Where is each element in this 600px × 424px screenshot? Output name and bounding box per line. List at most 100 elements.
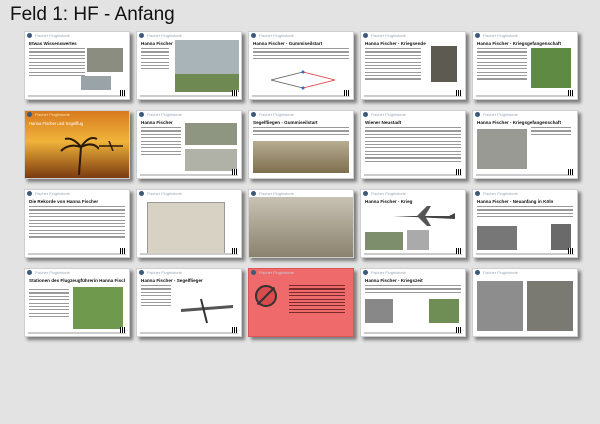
card-header: Fischer Flughistorie [483, 191, 518, 196]
card-header: Fischer Flughistorie [259, 191, 294, 196]
card-header: Fischer Flughistorie [259, 33, 294, 38]
card-krieg[interactable]: Fischer Flughistorie Hanna Fischer - Kri… [360, 189, 466, 258]
card-header: Fischer Flughistorie [259, 270, 294, 275]
card-grid: Fischer Flughistorie Etwas Wissenswertes… [24, 31, 592, 339]
card-map [73, 287, 123, 329]
card-photo [527, 281, 573, 331]
card-photo [365, 232, 403, 250]
card-photo [147, 202, 225, 254]
palm-tree-icon [60, 137, 99, 175]
qr-icon [568, 248, 574, 254]
card-gummiseilstart-diagram[interactable]: Fischer Flughistorie Hanna Fischer - Gum… [248, 31, 354, 100]
qr-icon [456, 90, 462, 96]
card-photos[interactable]: Fischer Flughistorie [472, 268, 578, 337]
card-title: Stationen des Flugzeugführerin Hanna Fis… [29, 278, 125, 283]
card-header: Fischer Flughistorie [35, 191, 70, 196]
card-photo [175, 40, 239, 74]
card-header: Fischer Flughistorie [371, 270, 406, 275]
logo-icon [363, 112, 368, 117]
card-photo [477, 129, 527, 169]
card-photo [477, 281, 523, 331]
card-title: Die Rekorde von Hanna Fischer [29, 199, 99, 204]
card-postcard[interactable]: Fischer Flughistorie [136, 189, 242, 258]
card-header: Fischer Flughistorie [483, 112, 518, 117]
qr-icon [456, 169, 462, 175]
card-portrait [431, 46, 457, 82]
card-header: Fischer Flughistorie [147, 112, 182, 117]
page-title: Feld 1: HF - Anfang [10, 4, 175, 25]
logo-icon [363, 33, 368, 38]
card-sunset[interactable]: Fischer Flughistorie Hanna Fischer und S… [24, 110, 130, 179]
card-header: Fischer Flughistorie [147, 270, 182, 275]
card-header: Fischer Flughistorie [35, 270, 70, 275]
logo-icon [139, 270, 144, 275]
card-header: Fischer Flughistorie [35, 112, 70, 117]
card-photo [185, 123, 237, 145]
card-kriegsgefangenschaft[interactable]: Fischer Flughistorie Hanna Fischer - Kri… [472, 31, 578, 100]
card-photo [175, 74, 239, 92]
logo-icon [251, 191, 256, 196]
qr-icon [232, 90, 238, 96]
logo-icon [27, 33, 32, 38]
card-header: Fischer Flughistorie [371, 33, 406, 38]
card-title: Segelfliegen - Gummiseilstart [253, 120, 318, 125]
qr-icon [344, 90, 350, 96]
card-rekorde[interactable]: Fischer Flughistorie Die Rekorde von Han… [24, 189, 130, 258]
card-photo [249, 197, 353, 257]
card-header: Fischer Flughistorie [371, 191, 406, 196]
logo-icon [251, 270, 256, 275]
card-neuanfang-koeln[interactable]: Fischer Flughistorie Hanna Fischer - Neu… [472, 189, 578, 258]
card-etwas-wissenswertes[interactable]: Fischer Flughistorie Etwas Wissenswertes [24, 31, 130, 100]
logo-icon [139, 191, 144, 196]
card-title: Wiener Neustadt [365, 120, 402, 125]
card-photo [407, 230, 429, 250]
card-title: Hanna Fischer und Segelflug [29, 121, 84, 126]
card-photo [185, 149, 237, 171]
card-header: Fischer Flughistorie [259, 112, 294, 117]
card-hanna-fischer[interactable]: Fischer Flughistorie Hanna Fischer [136, 31, 242, 100]
logo-icon [475, 270, 480, 275]
card-photo [253, 141, 349, 173]
card-photo [365, 299, 393, 323]
logo-icon [251, 33, 256, 38]
card-hanna-fischer-2[interactable]: Fischer Flughistorie Hanna Fischer [136, 110, 242, 179]
card-title: Hanna Fischer - Kriegszeit [365, 278, 423, 283]
launch-diagram [270, 70, 336, 90]
card-title: Etwas Wissenswertes [29, 41, 77, 46]
card-photo [87, 48, 123, 72]
card-kriegszeit[interactable]: Fischer Flughistorie Hanna Fischer - Kri… [360, 268, 466, 337]
card-header: Fischer Flughistorie [371, 112, 406, 117]
glider-icon [181, 298, 233, 324]
card-photo [429, 299, 459, 323]
qr-icon [568, 90, 574, 96]
qr-icon [232, 169, 238, 175]
logo-icon [139, 112, 144, 117]
qr-icon [456, 327, 462, 333]
card-segelflieger[interactable]: Fischer Flughistorie Hanna Fischer - Seg… [136, 268, 242, 337]
airplane-icon [393, 206, 455, 226]
logo-icon [27, 112, 32, 117]
qr-icon [120, 327, 126, 333]
card-glider-photo[interactable]: Fischer Flughistorie [248, 189, 354, 258]
card-photo [551, 224, 571, 250]
card-wiener-neustadt[interactable]: Fischer Flughistorie Wiener Neustadt [360, 110, 466, 179]
card-segelfliegen[interactable]: Fischer Flughistorie Segelfliegen - Gumm… [248, 110, 354, 179]
card-photo [81, 76, 111, 90]
card-kriegsgefangenschaft-2[interactable]: Fischer Flughistorie Hanna Fischer - Kri… [472, 110, 578, 179]
logo-icon [475, 112, 480, 117]
qr-icon [232, 327, 238, 333]
card-kriegsende[interactable]: Fischer Flughistorie Hanna Fischer - Kri… [360, 31, 466, 100]
card-header: Fischer Flughistorie [147, 33, 182, 38]
card-header: Fischer Flughistorie [483, 270, 518, 275]
card-title: Hanna Fischer - Kriegsgefangenschaft [477, 120, 561, 125]
card-title: Hanna Fischer - Gummiseilstart [253, 41, 323, 46]
card-prohibited[interactable]: Fischer Flughistorie [248, 268, 354, 337]
card-title: Hanna Fischer - Kriegsgefangenschaft [477, 41, 561, 46]
logo-icon [27, 270, 32, 275]
card-map [531, 48, 571, 88]
logo-icon [475, 191, 480, 196]
prohibited-icon [255, 285, 277, 307]
logo-icon [475, 33, 480, 38]
card-stationen[interactable]: Fischer Flughistorie Stationen des Flugz… [24, 268, 130, 337]
logo-icon [363, 191, 368, 196]
